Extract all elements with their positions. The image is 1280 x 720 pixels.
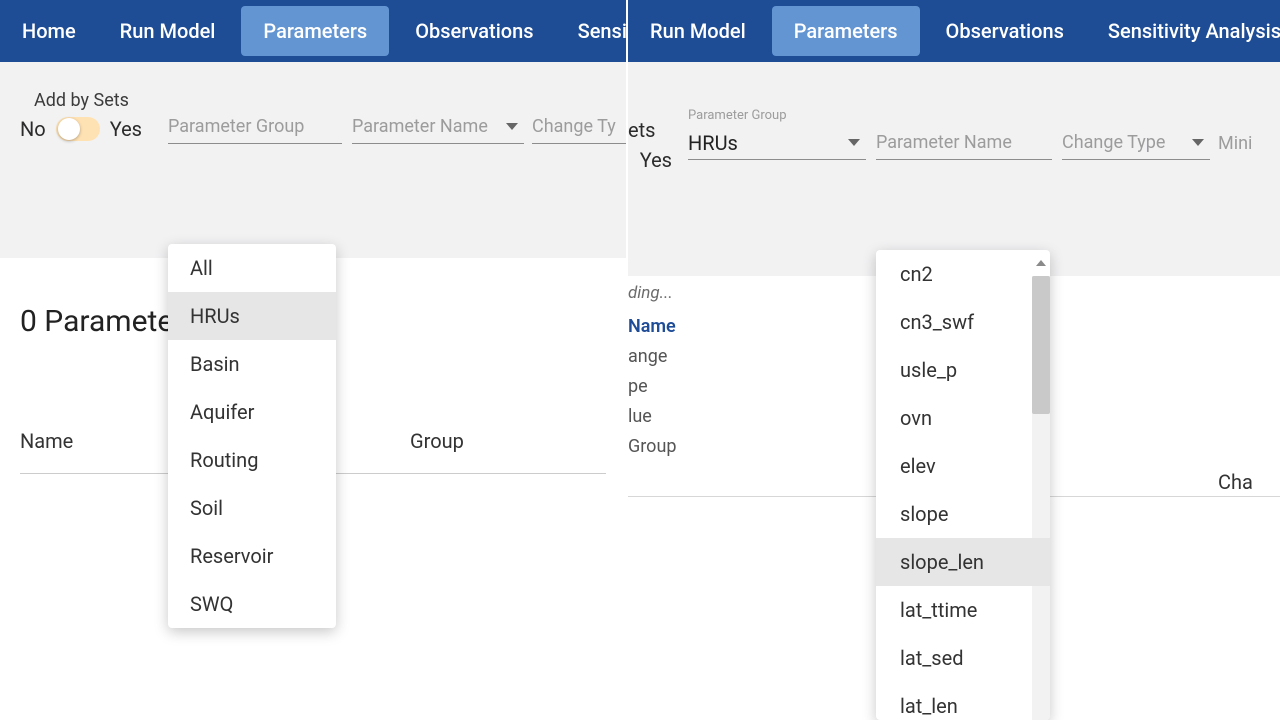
toggle-yes-label: Yes [110, 117, 142, 141]
chevron-down-icon [848, 139, 860, 146]
nav-run-model[interactable]: Run Model [98, 0, 238, 62]
menu-item-slope[interactable]: slope [876, 490, 1050, 538]
parameter-name-placeholder: Parameter Name [352, 116, 488, 137]
nav-sensitivity[interactable]: Sensiti [556, 0, 628, 62]
toggle-no-label: No [20, 117, 46, 141]
sort-pe: pe [628, 372, 676, 402]
parameter-group-field[interactable]: Parameter Group [168, 110, 342, 144]
nav-sensitivity-r[interactable]: Sensitivity Analysis [1086, 0, 1280, 62]
add-by-sets-toggle[interactable] [56, 117, 100, 141]
top-nav-right: Run Model Parameters Observations Sensit… [628, 0, 1280, 62]
parameter-group-field-r[interactable]: Parameter Group HRUs [688, 126, 866, 160]
menu-item-basin[interactable]: Basin [168, 340, 336, 388]
sort-name[interactable]: Name [628, 312, 676, 342]
menu-item-soil[interactable]: Soil [168, 484, 336, 532]
th-cha: Cha [1218, 470, 1253, 494]
right-screenshot: Run Model Parameters Observations Sensit… [628, 0, 1280, 720]
change-type-placeholder-r: Change Type [1062, 132, 1165, 153]
min-placeholder: Mini [1218, 133, 1252, 154]
nav-home[interactable]: Home [0, 0, 98, 62]
menu-item-slope-len[interactable]: slope_len [876, 538, 1050, 586]
menu-item-lat-len[interactable]: lat_len [876, 682, 1050, 720]
th-group: Group [410, 429, 606, 453]
top-nav-left: Home Run Model Parameters Observations S… [0, 0, 626, 62]
toggle-knob [58, 118, 80, 140]
loading-text: ding... [628, 278, 676, 308]
partial-sort-column: ding... Name ange pe lue Group [628, 278, 676, 462]
parameter-name-placeholder-r: Parameter Name [876, 132, 1012, 153]
sort-group: Group [628, 432, 676, 462]
menu-item-ovn[interactable]: ovn [876, 394, 1050, 442]
menu-item-swq[interactable]: SWQ [168, 580, 336, 628]
menu-item-all[interactable]: All [168, 244, 336, 292]
sort-lue: lue [628, 402, 676, 432]
parameter-group-small-label: Parameter Group [688, 108, 787, 123]
parameters-form-area: Add by Sets No Yes Parameter Group Param… [0, 62, 626, 258]
chevron-down-icon [506, 123, 518, 130]
menu-item-aquifer[interactable]: Aquifer [168, 388, 336, 436]
change-type-field[interactable]: Change Ty [532, 110, 628, 144]
parameter-group-placeholder: Parameter Group [168, 116, 304, 137]
menu-item-elev[interactable]: elev [876, 442, 1050, 490]
sort-ange: ange [628, 342, 676, 372]
menu-item-lat-sed[interactable]: lat_sed [876, 634, 1050, 682]
add-by-sets-label: Add by Sets [34, 90, 608, 111]
nav-observations[interactable]: Observations [393, 0, 555, 62]
partial-ets-label: ets [628, 118, 655, 142]
menu-item-routing[interactable]: Routing [168, 436, 336, 484]
nav-run-model-r[interactable]: Run Model [628, 0, 768, 62]
parameter-name-field-r[interactable]: Parameter Name [876, 126, 1052, 160]
menu-item-hrus[interactable]: HRUs [168, 292, 336, 340]
menu-item-lat-ttime[interactable]: lat_ttime [876, 586, 1050, 634]
parameter-group-dropdown[interactable]: All HRUs Basin Aquifer Routing Soil Rese… [168, 244, 336, 628]
menu-item-cn2[interactable]: cn2 [876, 250, 1050, 298]
chevron-down-icon [1192, 139, 1204, 146]
left-screenshot: Home Run Model Parameters Observations S… [0, 0, 628, 720]
parameter-name-field[interactable]: Parameter Name [352, 110, 524, 144]
toggle-yes-r: Yes [628, 148, 672, 172]
change-type-field-r[interactable]: Change Type [1062, 126, 1210, 160]
menu-item-reservoir[interactable]: Reservoir [168, 532, 336, 580]
min-field-r[interactable]: Mini [1218, 126, 1278, 160]
nav-parameters-r[interactable]: Parameters [772, 6, 920, 56]
parameter-group-value: HRUs [688, 131, 738, 155]
nav-observations-r[interactable]: Observations [924, 0, 1086, 62]
menu-item-usle-p[interactable]: usle_p [876, 346, 1050, 394]
nav-parameters[interactable]: Parameters [241, 6, 389, 56]
parameter-name-dropdown[interactable]: cn2 cn3_swf usle_p ovn elev slope slope_… [876, 250, 1050, 720]
parameters-form-area-r: ets Yes Parameter Group HRUs Parameter N… [628, 62, 1280, 276]
change-type-placeholder: Change Ty [532, 116, 616, 137]
menu-item-cn3-swf[interactable]: cn3_swf [876, 298, 1050, 346]
